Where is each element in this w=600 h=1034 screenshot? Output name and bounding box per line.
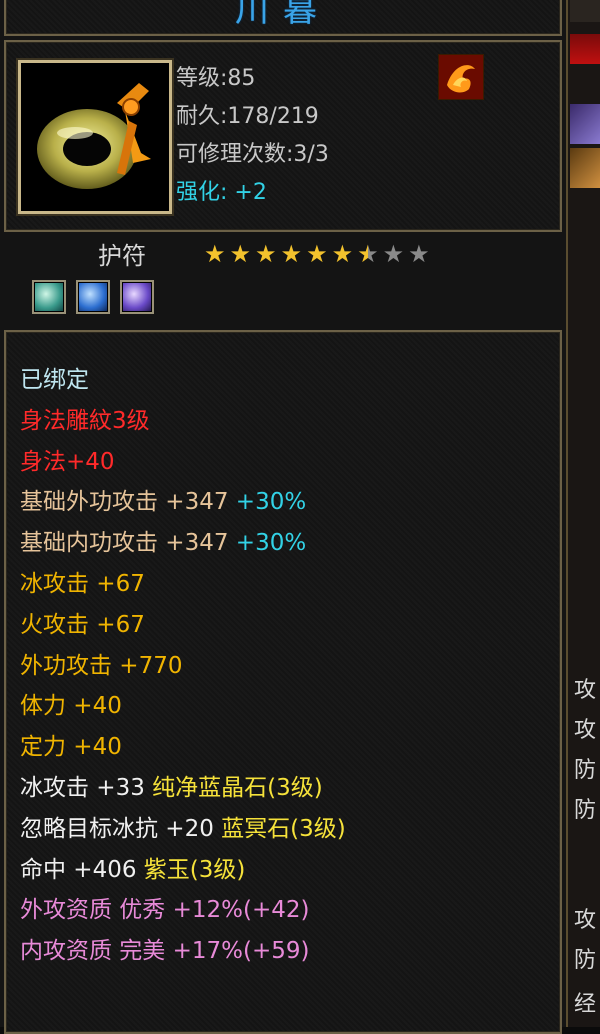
charm-stars: ★ ★ ★ ★ ★ ★ ★ ★ ★ — [204, 242, 430, 266]
attribute-line: 基础外功攻击 +347 +30% — [20, 482, 306, 516]
attribute-suffix: +30% — [228, 489, 307, 516]
attribute-text: 冰攻击 +33 — [20, 775, 153, 801]
attribute-line: 身法+40 — [20, 442, 115, 476]
star-icon: ★ — [357, 240, 379, 268]
star-icon: ★ — [280, 240, 303, 268]
side-panel-label: 防 — [574, 798, 597, 823]
charm-label: 护符 — [98, 242, 146, 270]
attribute-line: 基础内功攻击 +347 +30% — [20, 523, 306, 557]
attribute-text: 忽略目标冰抗 +20 — [20, 815, 222, 842]
attribute-line: 体力 +40 — [20, 686, 122, 720]
attribute-text: 身法雕紋3级 — [20, 407, 150, 434]
gem-slot-1-icon[interactable] — [32, 280, 66, 314]
side-panel: 攻攻防防攻防经 — [566, 0, 600, 1027]
side-panel-label: 经 — [574, 992, 597, 1017]
attribute-line: 外攻资质 优秀 +12%(+42) — [20, 890, 310, 924]
attribute-line: 内攻资质 完美 +17%(+59) — [20, 931, 310, 965]
attribute-line: 定力 +40 — [20, 727, 122, 761]
gem-slot-3-icon[interactable] — [120, 280, 154, 314]
attribute-text: 身法+40 — [20, 448, 115, 475]
gem-slot-2-icon[interactable] — [76, 280, 110, 314]
side-panel-label: 防 — [574, 758, 597, 783]
side-panel-label: 攻 — [574, 718, 597, 743]
attribute-text: 已绑定 — [20, 367, 89, 393]
star-icon: ★ — [382, 240, 405, 268]
attribute-suffix: +30% — [228, 530, 307, 557]
item-durability: 耐久:178/219 — [176, 104, 319, 129]
side-panel-label: 攻 — [574, 678, 597, 703]
attribute-line: 命中 +406 紫玉(3级) — [20, 850, 245, 884]
attribute-line: 忽略目标冰抗 +20 蓝冥石(3级) — [20, 809, 346, 843]
item-level: 等级:85 — [176, 66, 256, 91]
star-icon: ★ — [204, 240, 226, 268]
attribute-line: 已绑定 — [20, 360, 89, 394]
attribute-text: 外功攻击 +770 — [20, 652, 183, 679]
attribute-text: 基础外功攻击 +347 — [20, 489, 229, 516]
side-panel-skill-icon[interactable] — [570, 148, 600, 188]
star-icon: ★ — [255, 240, 277, 268]
attribute-suffix: 紫玉(3级) — [143, 856, 246, 883]
item-header: 等级:85 耐久:178/219 可修理次数:3/3 强化: +2 — [4, 40, 562, 232]
attribute-text: 体力 +40 — [20, 693, 122, 720]
star-icon: ★ — [229, 240, 252, 268]
item-tooltip: 川暮 等级:85 耐久:178/219 可修理次数:3/3 强化: +2 护符 … — [0, 0, 566, 1034]
title-frame: 川暮 — [4, 0, 562, 36]
side-panel-block — [570, 0, 600, 22]
attribute-text: 命中 +406 — [20, 856, 144, 883]
item-repair-count: 可修理次数:3/3 — [176, 142, 329, 167]
attribute-text: 冰攻击 +67 — [20, 571, 145, 597]
attribute-text: 外攻资质 优秀 +12%(+42) — [20, 897, 310, 924]
star-icon: ★ — [331, 240, 354, 268]
attribute-text: 定力 +40 — [20, 734, 122, 761]
flame-icon — [439, 55, 483, 99]
attribute-panel: 已绑定 身法雕紋3级 身法+40 基础外功攻击 +347 +30% 基础内功攻击 +34… — [4, 330, 562, 1034]
attribute-line: 外功攻击 +770 — [20, 646, 182, 680]
side-panel-block — [570, 34, 600, 64]
charm-row: 护符 ★ ★ ★ ★ ★ ★ ★ ★ ★ — [0, 232, 566, 324]
attribute-line: 身法雕紋3级 — [20, 401, 150, 435]
side-panel-skill-icon[interactable] — [570, 104, 600, 144]
attribute-line: 火攻击 +67 — [20, 605, 145, 639]
attribute-text: 火攻击 +67 — [20, 611, 145, 638]
attribute-suffix: 纯净蓝晶石(3级) — [152, 775, 323, 801]
star-icon: ★ — [306, 240, 328, 268]
side-panel-label: 攻 — [574, 908, 597, 933]
item-name: 川暮 — [235, 0, 331, 30]
attribute-line: 冰攻击 +33 纯净蓝晶石(3级) — [20, 768, 323, 802]
jade-ring-icon — [21, 63, 169, 211]
attribute-text: 内攻资质 完美 +17%(+59) — [20, 938, 310, 965]
star-icon: ★ — [408, 240, 430, 268]
side-panel-label: 防 — [574, 948, 597, 973]
item-portrait-jade-ring[interactable] — [18, 60, 172, 214]
attribute-suffix: 蓝冥石(3级) — [221, 815, 346, 842]
attribute-text: 基础内功攻击 +347 — [20, 530, 229, 557]
attribute-line: 冰攻击 +67 — [20, 564, 145, 598]
item-enhance: 强化: +2 — [176, 180, 267, 205]
flame-skill-icon[interactable] — [438, 54, 484, 100]
